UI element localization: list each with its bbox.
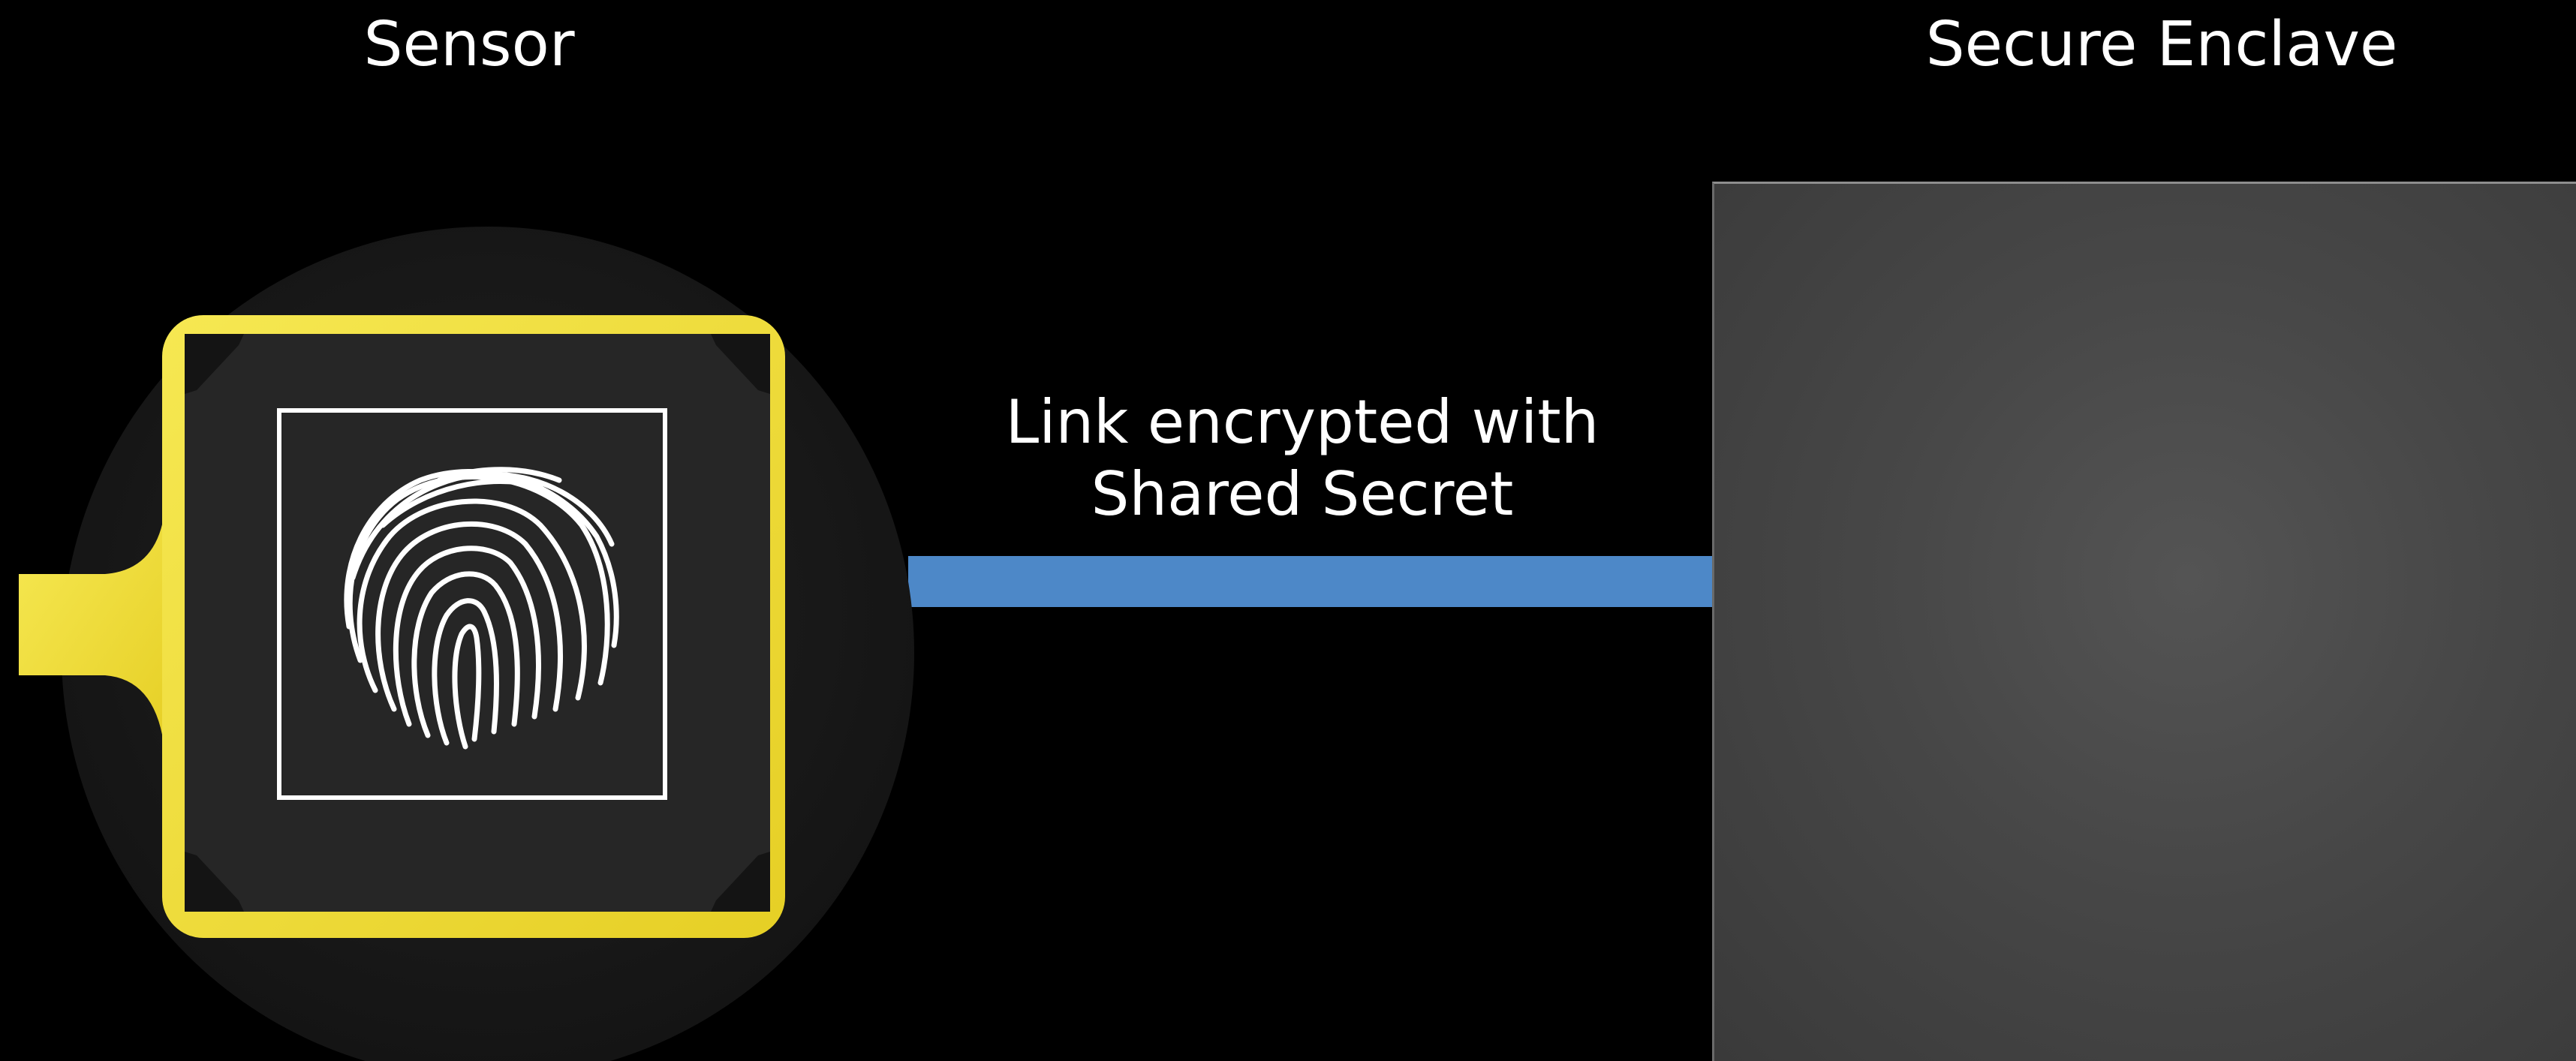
link-label-line-1: Link encrypted with [1005,387,1599,457]
link-label-line-2: Shared Secret [1091,459,1514,529]
link-label: Link encrypted with Shared Secret [901,386,1704,530]
diagram-canvas: Sensor Secure Enclave Link encrypted wit… [0,0,2576,1061]
secure-enclave-chip [1712,182,2576,1061]
encrypted-link-bar [908,556,1715,607]
sensor-illustration [19,227,914,1061]
secure-enclave-title: Secure Enclave [1925,9,2398,80]
sensor-chip [185,334,770,912]
